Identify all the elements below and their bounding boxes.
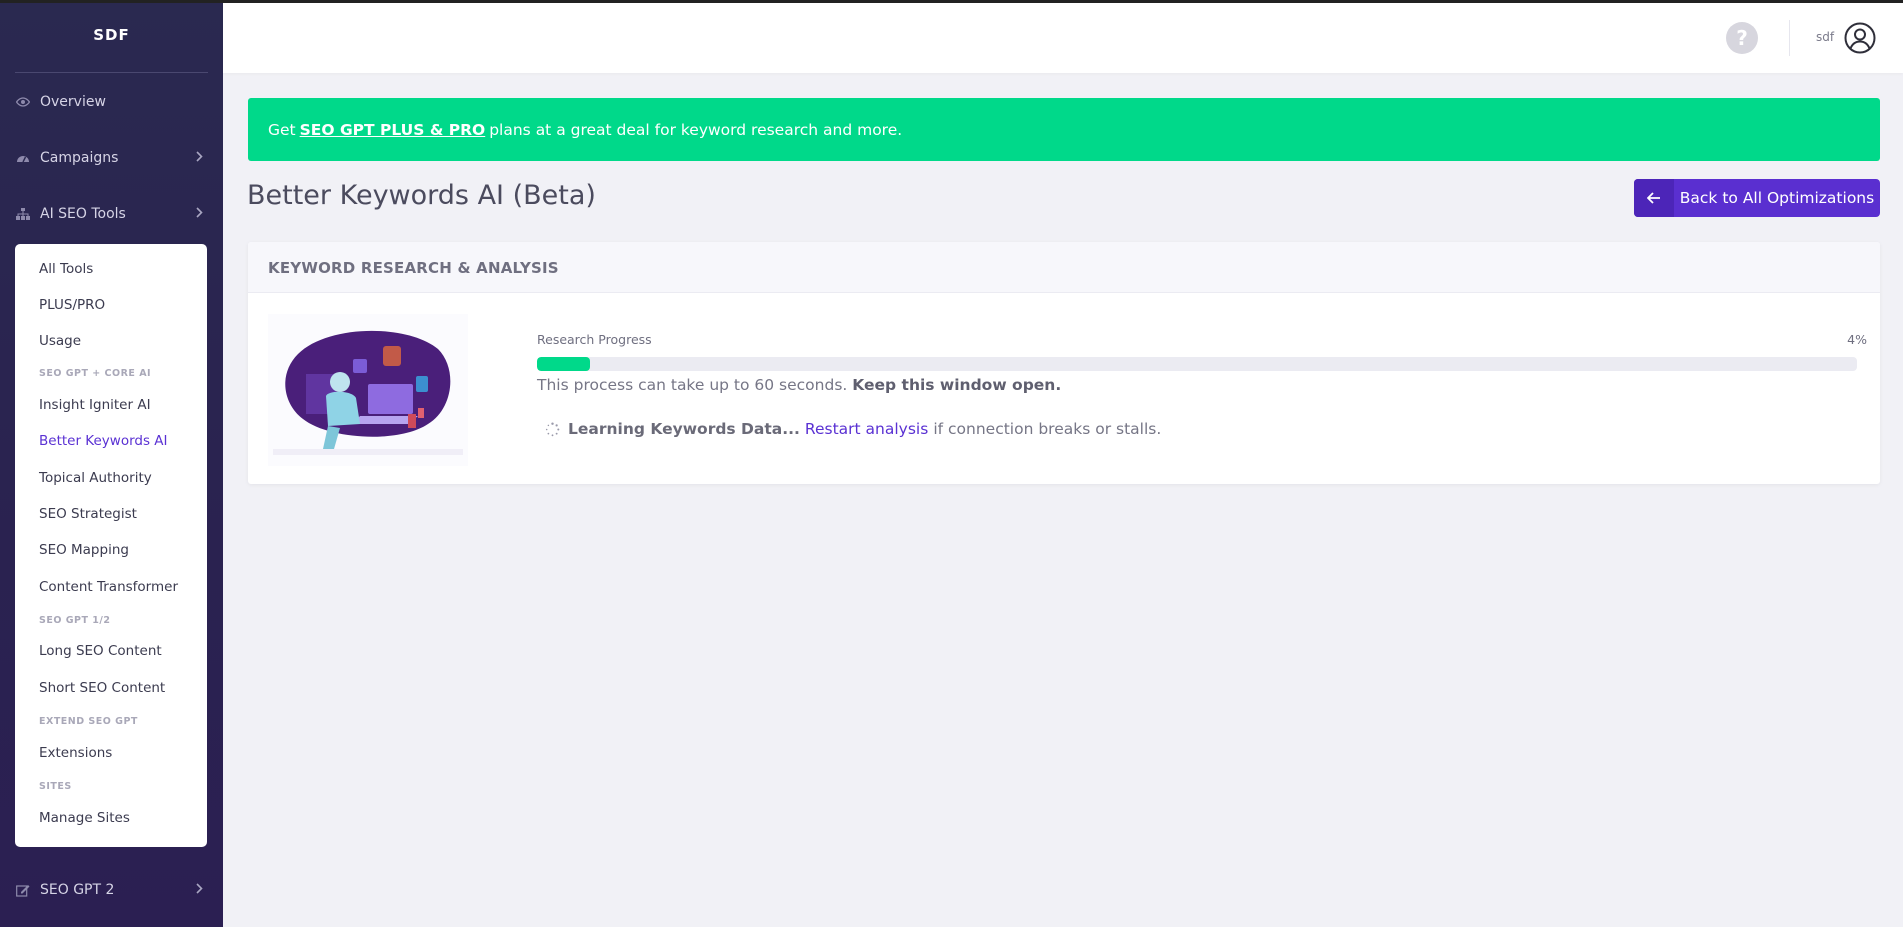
submenu-item-extensions[interactable]: Extensions	[39, 745, 112, 761]
help-icon[interactable]: ?	[1726, 22, 1758, 54]
user-avatar-icon[interactable]	[1844, 22, 1876, 54]
progress-label: Research Progress	[537, 332, 652, 347]
sidebar-item-label: Campaigns	[40, 150, 119, 166]
sidebar-item-campaigns[interactable]: Campaigns	[0, 144, 223, 172]
chevron-right-icon	[196, 150, 203, 166]
card-header: KEYWORD RESEARCH & ANALYSIS	[248, 242, 1880, 293]
process-note-text: This process can take up to 60 seconds.	[537, 376, 848, 394]
status-text: Learning Keywords Data...	[568, 420, 800, 438]
gauge-icon	[15, 152, 31, 164]
sidebar-item-ai-seo-tools[interactable]: AI SEO Tools	[0, 200, 223, 228]
submenu-item-better-keywords[interactable]: Better Keywords AI	[39, 433, 168, 449]
submenu-section-heading: SEO GPT + CORE AI	[39, 368, 152, 379]
ai-seo-tools-submenu: All Tools PLUS/PRO Usage SEO GPT + CORE …	[15, 244, 207, 847]
promo-prefix: Get	[268, 120, 296, 139]
research-progress-bar	[537, 357, 1857, 371]
submenu-item-usage[interactable]: Usage	[39, 333, 81, 349]
chevron-right-icon	[196, 206, 203, 222]
submenu-item-seo-strategist[interactable]: SEO Strategist	[39, 506, 137, 522]
progress-bar-fill	[537, 357, 590, 371]
sidebar-item-label: SEO GPT 2	[40, 882, 115, 898]
eye-icon	[15, 97, 31, 107]
sitemap-icon	[15, 208, 31, 220]
status-suffix: if connection breaks or stalls.	[933, 420, 1162, 438]
sidebar: SDF Overview Campaigns AI SEO Tools All …	[0, 0, 223, 927]
back-button-label: Back to All Optimizations	[1679, 189, 1875, 207]
user-name[interactable]: sdf	[1816, 30, 1834, 44]
submenu-item-long-seo-content[interactable]: Long SEO Content	[39, 643, 162, 659]
research-illustration	[268, 314, 468, 466]
submenu-item-insight-igniter[interactable]: Insight Igniter AI	[39, 397, 151, 413]
sidebar-item-seo-gpt-2[interactable]: SEO GPT 2	[0, 876, 223, 904]
process-note: This process can take up to 60 seconds. …	[537, 376, 1061, 394]
promo-suffix: plans at a great deal for keyword resear…	[489, 120, 903, 139]
promo-banner: Get SEO GPT PLUS & PRO plans at a great …	[248, 98, 1880, 161]
submenu-item-all-tools[interactable]: All Tools	[39, 261, 93, 277]
loading-spinner-icon	[545, 421, 560, 437]
submenu-section-heading: SEO GPT 1/2	[39, 615, 111, 626]
submenu-item-manage-sites[interactable]: Manage Sites	[39, 810, 130, 826]
submenu-item-plus-pro[interactable]: PLUS/PRO	[39, 297, 105, 313]
submenu-item-seo-mapping[interactable]: SEO Mapping	[39, 542, 129, 558]
sidebar-item-label: Overview	[40, 94, 106, 110]
keyword-research-card: KEYWORD RESEARCH & ANALYSIS Research Pro…	[248, 242, 1880, 484]
header-divider	[1789, 20, 1790, 56]
back-to-optimizations-button[interactable]: Back to All Optimizations	[1634, 179, 1880, 217]
brand-logo[interactable]: SDF	[0, 26, 223, 44]
progress-percent: 4%	[1847, 332, 1867, 347]
card-title: KEYWORD RESEARCH & ANALYSIS	[268, 259, 559, 277]
promo-link[interactable]: SEO GPT PLUS & PRO	[300, 121, 486, 139]
process-note-emphasis: Keep this window open.	[852, 376, 1062, 394]
window-top-border	[0, 0, 1903, 3]
page-title: Better Keywords AI (Beta)	[247, 180, 596, 211]
chevron-right-icon	[196, 882, 203, 898]
sidebar-item-label: AI SEO Tools	[40, 206, 126, 222]
submenu-item-short-seo-content[interactable]: Short SEO Content	[39, 680, 165, 696]
sidebar-divider	[15, 72, 208, 73]
edit-icon	[15, 884, 31, 897]
submenu-item-content-transformer[interactable]: Content Transformer	[39, 579, 178, 595]
status-line: Learning Keywords Data... Restart analys…	[545, 420, 1161, 438]
restart-analysis-link[interactable]: Restart analysis	[805, 420, 928, 438]
top-header	[223, 3, 1903, 73]
submenu-item-topical-authority[interactable]: Topical Authority	[39, 470, 152, 486]
sidebar-item-overview[interactable]: Overview	[0, 88, 223, 116]
submenu-section-heading: EXTEND SEO GPT	[39, 716, 138, 727]
arrow-left-icon	[1634, 179, 1674, 217]
submenu-section-heading: SITES	[39, 781, 72, 792]
